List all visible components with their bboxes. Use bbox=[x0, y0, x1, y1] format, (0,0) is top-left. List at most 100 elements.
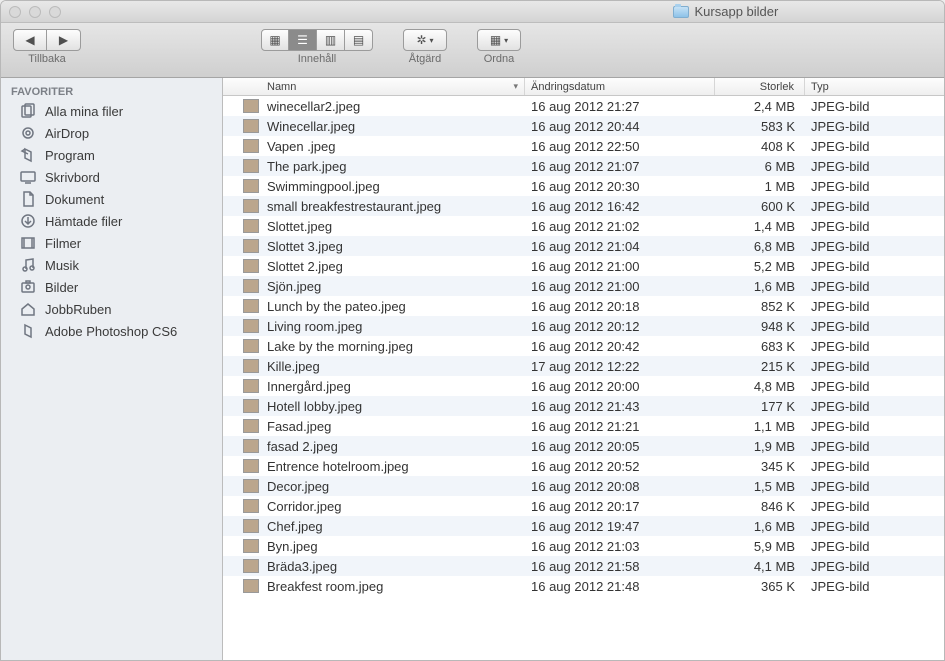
column-header-size[interactable]: Storlek bbox=[715, 78, 805, 95]
sidebar-item[interactable]: AirDrop bbox=[1, 122, 222, 144]
file-size: 1,9 MB bbox=[715, 439, 805, 454]
view-list-button[interactable]: ☰ bbox=[289, 29, 317, 51]
file-date: 16 aug 2012 20:52 bbox=[525, 459, 715, 474]
sidebar-item-label: Filmer bbox=[45, 236, 81, 251]
table-row[interactable]: The park.jpeg16 aug 2012 21:076 MBJPEG-b… bbox=[223, 156, 944, 176]
table-row[interactable]: Fasad.jpeg16 aug 2012 21:211,1 MBJPEG-bi… bbox=[223, 416, 944, 436]
file-type: JPEG-bild bbox=[805, 159, 944, 174]
file-thumbnail-icon bbox=[243, 579, 259, 593]
file-thumbnail-icon bbox=[243, 159, 259, 173]
file-type: JPEG-bild bbox=[805, 419, 944, 434]
column-header-date[interactable]: Ändringsdatum bbox=[525, 78, 715, 95]
sidebar-item[interactable]: Filmer bbox=[1, 232, 222, 254]
table-row[interactable]: Entrence hotelroom.jpeg16 aug 2012 20:52… bbox=[223, 456, 944, 476]
file-name: small breakfestrestaurant.jpeg bbox=[267, 199, 441, 214]
table-row[interactable]: Lunch by the pateo.jpeg16 aug 2012 20:18… bbox=[223, 296, 944, 316]
file-size: 408 K bbox=[715, 139, 805, 154]
table-row[interactable]: Corridor.jpeg16 aug 2012 20:17846 KJPEG-… bbox=[223, 496, 944, 516]
file-size: 583 K bbox=[715, 119, 805, 134]
sidebar-item[interactable]: Alla mina filer bbox=[1, 100, 222, 122]
sidebar-item[interactable]: Dokument bbox=[1, 188, 222, 210]
nav-label: Tillbaka bbox=[28, 53, 66, 65]
file-size: 365 K bbox=[715, 579, 805, 594]
sidebar-item-label: Hämtade filer bbox=[45, 214, 122, 229]
column-header-type[interactable]: Typ bbox=[805, 78, 944, 95]
file-name: Chef.jpeg bbox=[267, 519, 323, 534]
table-row[interactable]: Byn.jpeg16 aug 2012 21:035,9 MBJPEG-bild bbox=[223, 536, 944, 556]
view-columns-button[interactable]: ▥ bbox=[317, 29, 345, 51]
action-button[interactable]: ✲ ▾ bbox=[403, 29, 447, 51]
table-row[interactable]: Lake by the morning.jpeg16 aug 2012 20:4… bbox=[223, 336, 944, 356]
table-row[interactable]: Slottet.jpeg16 aug 2012 21:021,4 MBJPEG-… bbox=[223, 216, 944, 236]
file-list[interactable]: winecellar2.jpeg16 aug 2012 21:272,4 MBJ… bbox=[223, 96, 944, 660]
gear-icon: ✲ bbox=[416, 33, 426, 47]
table-row[interactable]: Vapen .jpeg16 aug 2012 22:50408 KJPEG-bi… bbox=[223, 136, 944, 156]
window-title: Kursapp bilder bbox=[673, 4, 779, 19]
file-type: JPEG-bild bbox=[805, 319, 944, 334]
sidebar-item[interactable]: Bilder bbox=[1, 276, 222, 298]
sidebar-item[interactable]: Program bbox=[1, 144, 222, 166]
file-size: 683 K bbox=[715, 339, 805, 354]
applications-icon bbox=[19, 147, 37, 163]
file-name: Corridor.jpeg bbox=[267, 499, 341, 514]
sidebar-item-label: AirDrop bbox=[45, 126, 89, 141]
file-size: 345 K bbox=[715, 459, 805, 474]
table-row[interactable]: small breakfestrestaurant.jpeg 16 aug 201… bbox=[223, 196, 944, 216]
file-thumbnail-icon bbox=[243, 499, 259, 513]
file-date: 16 aug 2012 20:17 bbox=[525, 499, 715, 514]
zoom-icon[interactable] bbox=[49, 6, 61, 18]
file-thumbnail-icon bbox=[243, 239, 259, 253]
view-icons-button[interactable]: ▦ bbox=[261, 29, 289, 51]
close-icon[interactable] bbox=[9, 6, 21, 18]
table-row[interactable]: Slottet 2.jpeg16 aug 2012 21:005,2 MBJPE… bbox=[223, 256, 944, 276]
file-size: 177 K bbox=[715, 399, 805, 414]
back-button[interactable]: ◀ bbox=[13, 29, 47, 51]
chevron-right-icon: ▶ bbox=[59, 33, 68, 47]
forward-button[interactable]: ▶ bbox=[47, 29, 81, 51]
column-header-name[interactable]: Namn ▾ bbox=[223, 78, 525, 95]
file-date: 16 aug 2012 22:50 bbox=[525, 139, 715, 154]
table-row[interactable]: Bräda3.jpeg16 aug 2012 21:584,1 MBJPEG-b… bbox=[223, 556, 944, 576]
table-row[interactable]: winecellar2.jpeg16 aug 2012 21:272,4 MBJ… bbox=[223, 96, 944, 116]
file-type: JPEG-bild bbox=[805, 339, 944, 354]
sidebar-item[interactable]: Adobe Photoshop CS6 bbox=[1, 320, 222, 342]
file-date: 16 aug 2012 20:12 bbox=[525, 319, 715, 334]
view-coverflow-button[interactable]: ▤ bbox=[345, 29, 373, 51]
table-row[interactable]: Breakfest room.jpeg16 aug 2012 21:48365 … bbox=[223, 576, 944, 596]
table-row[interactable]: Living room.jpeg16 aug 2012 20:12948 KJP… bbox=[223, 316, 944, 336]
table-row[interactable]: Innergård.jpeg16 aug 2012 20:004,8 MBJPE… bbox=[223, 376, 944, 396]
sort-indicator-icon: ▾ bbox=[513, 81, 518, 92]
table-row[interactable]: Slottet 3.jpeg16 aug 2012 21:046,8 MBJPE… bbox=[223, 236, 944, 256]
sidebar-item[interactable]: Skrivbord bbox=[1, 166, 222, 188]
file-type: JPEG-bild bbox=[805, 579, 944, 594]
file-date: 16 aug 2012 20:05 bbox=[525, 439, 715, 454]
airdrop-icon bbox=[19, 125, 37, 141]
nav-group: ◀ ▶ Tillbaka bbox=[13, 29, 81, 65]
file-type: JPEG-bild bbox=[805, 539, 944, 554]
minimize-icon[interactable] bbox=[29, 6, 41, 18]
sidebar-item[interactable]: Hämtade filer bbox=[1, 210, 222, 232]
file-type: JPEG-bild bbox=[805, 559, 944, 574]
file-thumbnail-icon bbox=[243, 259, 259, 273]
table-row[interactable]: fasad 2.jpeg16 aug 2012 20:051,9 MBJPEG-… bbox=[223, 436, 944, 456]
table-row[interactable]: Swimmingpool.jpeg16 aug 2012 20:301 MBJP… bbox=[223, 176, 944, 196]
grid-icon: ▦ bbox=[269, 33, 280, 47]
file-thumbnail-icon bbox=[243, 519, 259, 533]
sidebar-item[interactable]: JobbRuben bbox=[1, 298, 222, 320]
table-row[interactable]: Sjön.jpeg16 aug 2012 21:001,6 MBJPEG-bil… bbox=[223, 276, 944, 296]
file-thumbnail-icon bbox=[243, 179, 259, 193]
arrange-button[interactable]: ▦ ▾ bbox=[477, 29, 521, 51]
table-row[interactable]: Decor.jpeg16 aug 2012 20:081,5 MBJPEG-bi… bbox=[223, 476, 944, 496]
table-row[interactable]: Chef.jpeg16 aug 2012 19:471,6 MBJPEG-bil… bbox=[223, 516, 944, 536]
table-row[interactable]: Winecellar.jpeg16 aug 2012 20:44583 KJPE… bbox=[223, 116, 944, 136]
home-icon bbox=[19, 301, 37, 317]
window-body: FAVORITER Alla mina filerAirDropProgramS… bbox=[1, 78, 944, 660]
table-row[interactable]: Hotell lobby.jpeg16 aug 2012 21:43177 KJ… bbox=[223, 396, 944, 416]
file-type: JPEG-bild bbox=[805, 299, 944, 314]
file-name: winecellar2.jpeg bbox=[267, 99, 360, 114]
sidebar-item-label: Skrivbord bbox=[45, 170, 100, 185]
file-type: JPEG-bild bbox=[805, 259, 944, 274]
table-row[interactable]: Kille.jpeg17 aug 2012 12:22215 KJPEG-bil… bbox=[223, 356, 944, 376]
file-date: 16 aug 2012 16:42 bbox=[525, 199, 715, 214]
sidebar-item[interactable]: Musik bbox=[1, 254, 222, 276]
